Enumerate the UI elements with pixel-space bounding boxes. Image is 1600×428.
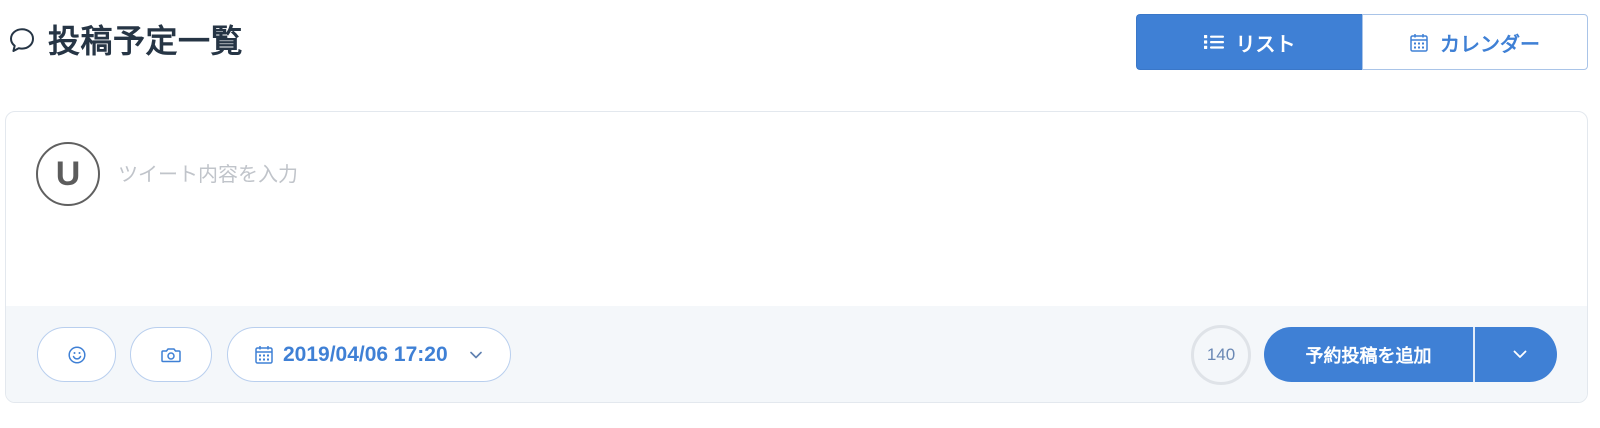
calendar-icon <box>1410 33 1428 52</box>
schedule-datetime-value: 2019/04/06 17:20 <box>283 342 448 366</box>
calendar-view-button[interactable]: カレンダー <box>1362 14 1588 70</box>
camera-icon <box>161 347 181 362</box>
calendar-view-label: カレンダー <box>1440 33 1540 56</box>
add-scheduled-post-button[interactable]: 予約投稿を追加 <box>1264 327 1475 382</box>
speech-bubble-icon <box>10 28 34 52</box>
composer-toolbar: 2019/04/06 17:20 140 予約投稿を追加 <box>6 306 1587 402</box>
list-icon <box>1203 35 1224 49</box>
smile-icon <box>67 345 86 364</box>
page-header: 投稿予定一覧 リスト カレンダー <box>0 0 1600 96</box>
avatar-letter: U <box>55 155 81 193</box>
chevron-down-icon <box>469 351 482 358</box>
avatar: U <box>36 142 100 206</box>
remaining-char-counter: 140 <box>1191 325 1251 385</box>
emoji-button[interactable] <box>37 327 116 382</box>
calendar-icon <box>255 346 273 364</box>
submit-split-button: 予約投稿を追加 <box>1264 327 1557 382</box>
page-title: 投稿予定一覧 <box>48 23 244 59</box>
list-view-label: リスト <box>1235 33 1296 56</box>
add-media-button[interactable] <box>130 327 212 382</box>
tweet-composer: U ツイート内容を入力 2019/04/06 17:20 140 予約投稿を追加 <box>5 111 1588 403</box>
tweet-input[interactable] <box>118 161 1548 281</box>
composer-body: U <box>6 112 1587 306</box>
chevron-down-icon <box>1513 350 1527 358</box>
submit-options-button[interactable] <box>1475 327 1557 382</box>
view-toggle: リスト カレンダー <box>1136 14 1588 70</box>
schedule-datetime-picker[interactable]: 2019/04/06 17:20 <box>227 327 511 382</box>
list-view-button[interactable]: リスト <box>1136 14 1362 70</box>
